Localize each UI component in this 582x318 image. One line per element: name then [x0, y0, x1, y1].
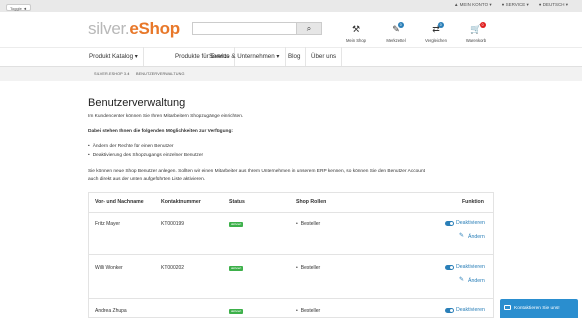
row-name: Andrea Zhupa — [95, 308, 127, 314]
status-badge: aktiviert — [229, 222, 244, 227]
tools-icon: ⚒ — [351, 24, 361, 34]
toggle-switch-icon[interactable] — [445, 221, 454, 226]
bullet-item: Deaktivierung des Shopzugangs einzelner … — [88, 153, 203, 158]
edit-button[interactable]: Ändern — [468, 278, 485, 284]
row-name: Willi Wonker — [95, 265, 123, 271]
toggle-button[interactable]: Toggle ◄ — [6, 4, 31, 11]
logo-part2: eShop — [129, 19, 180, 38]
compare-icon: ⇄ 0 — [432, 22, 444, 34]
chat-label: Kontaktieren Sie uns! — [514, 306, 560, 311]
deactivate-button[interactable]: Deaktivieren — [456, 220, 485, 226]
row-divider — [88, 298, 494, 299]
row-role: Besteller — [296, 308, 320, 314]
cart-label: Warenkorb — [465, 38, 487, 43]
edit-button[interactable]: Ändern — [468, 234, 485, 240]
col-header-number: Kontaktnummer — [161, 199, 201, 205]
nav-produkt-katalog[interactable]: Produkt Katalog ▾ — [84, 47, 144, 66]
merkzettel-badge: 0 — [397, 22, 404, 28]
nav-blog[interactable]: Blog — [283, 47, 307, 66]
my-shop-button[interactable]: ⚒ Mein Shop — [338, 19, 374, 43]
row-divider — [88, 254, 494, 255]
col-header-function: Funktion — [462, 199, 484, 205]
info-text-line1: Sie können neue Shop Benutzer anlegen. S… — [88, 169, 425, 174]
language-menu[interactable]: ● DEUTSCH ▾ — [539, 2, 568, 8]
page-title: Benutzerverwaltung — [88, 97, 186, 109]
bullet-item: Ändern der Rechte für einen Benutzer — [88, 144, 174, 149]
cart-badge: 0 — [479, 22, 486, 28]
toggle-switch-icon[interactable] — [445, 265, 454, 270]
contact-chat-button[interactable]: Kontaktieren Sie uns! — [500, 299, 578, 318]
account-menu[interactable]: ▲ MEIN KONTO ▾ — [454, 2, 492, 8]
note-icon: ✎ 0 — [392, 22, 404, 34]
logo[interactable]: silver.eShop — [88, 19, 180, 39]
nav-ueber-uns[interactable]: Über uns — [306, 47, 343, 66]
pencil-icon[interactable]: ✎ — [459, 276, 464, 283]
merkzettel-label: Merkzettel — [386, 38, 406, 43]
chat-icon — [504, 305, 511, 310]
nav-service-unternehmen[interactable]: Service & Unternehmen ▾ — [204, 47, 286, 66]
compare-label: Vergleichen — [425, 38, 447, 43]
breadcrumb-home[interactable]: SILVER.ESHOP 3.4 — [94, 72, 129, 76]
breadcrumb — [0, 67, 582, 81]
search-input[interactable] — [192, 22, 296, 35]
col-header-roles: Shop Rollen — [296, 199, 327, 205]
top-links: ▲ MEIN KONTO ▾ ● SERVICE ▾ ● DEUTSCH ▾ — [454, 2, 568, 8]
cart-button[interactable]: 🛒 0 Warenkorb — [458, 19, 494, 43]
search-icon: ⌕ — [306, 24, 312, 33]
pencil-icon[interactable]: ✎ — [459, 232, 464, 239]
cart-icon: 🛒 0 — [470, 22, 486, 34]
row-number: KT000199 — [161, 221, 185, 227]
row-role: Besteller — [296, 265, 320, 271]
row-role: Besteller — [296, 221, 320, 227]
col-header-status: Status — [229, 199, 245, 205]
compare-badge: 0 — [437, 22, 444, 28]
deactivate-button[interactable]: Deaktivieren — [456, 264, 485, 270]
user-table — [88, 192, 494, 318]
info-text-line2: auch direkt aus der unten aufgeführten L… — [88, 177, 206, 182]
service-menu[interactable]: ● SERVICE ▾ — [502, 2, 529, 8]
logo-part1: silver. — [88, 19, 130, 38]
toggle-switch-icon[interactable] — [445, 308, 454, 313]
compare-button[interactable]: ⇄ 0 Vergleichen — [418, 19, 454, 43]
merkzettel-button[interactable]: ✎ 0 Merkzettel — [378, 19, 414, 43]
col-header-name: Vor- und Nachname — [95, 199, 144, 205]
options-heading: Dabei stehen Ihnen die folgenden Möglich… — [88, 129, 233, 134]
intro-text: Im Kundencenter können Sie Ihren Mitarbe… — [88, 114, 244, 119]
row-number: KT000202 — [161, 265, 185, 271]
breadcrumb-separator: › — [128, 72, 130, 76]
status-badge: aktiviert — [229, 266, 244, 271]
deactivate-button[interactable]: Deaktivieren — [456, 307, 485, 313]
row-name: Fritz Mayer — [95, 221, 120, 227]
search-button[interactable]: ⌕ — [296, 22, 322, 35]
row-divider — [88, 212, 494, 213]
breadcrumb-current: BENUTZERVERWALTUNG — [136, 72, 185, 76]
my-shop-label: Mein Shop — [345, 38, 367, 43]
status-badge: aktiviert — [229, 309, 244, 314]
